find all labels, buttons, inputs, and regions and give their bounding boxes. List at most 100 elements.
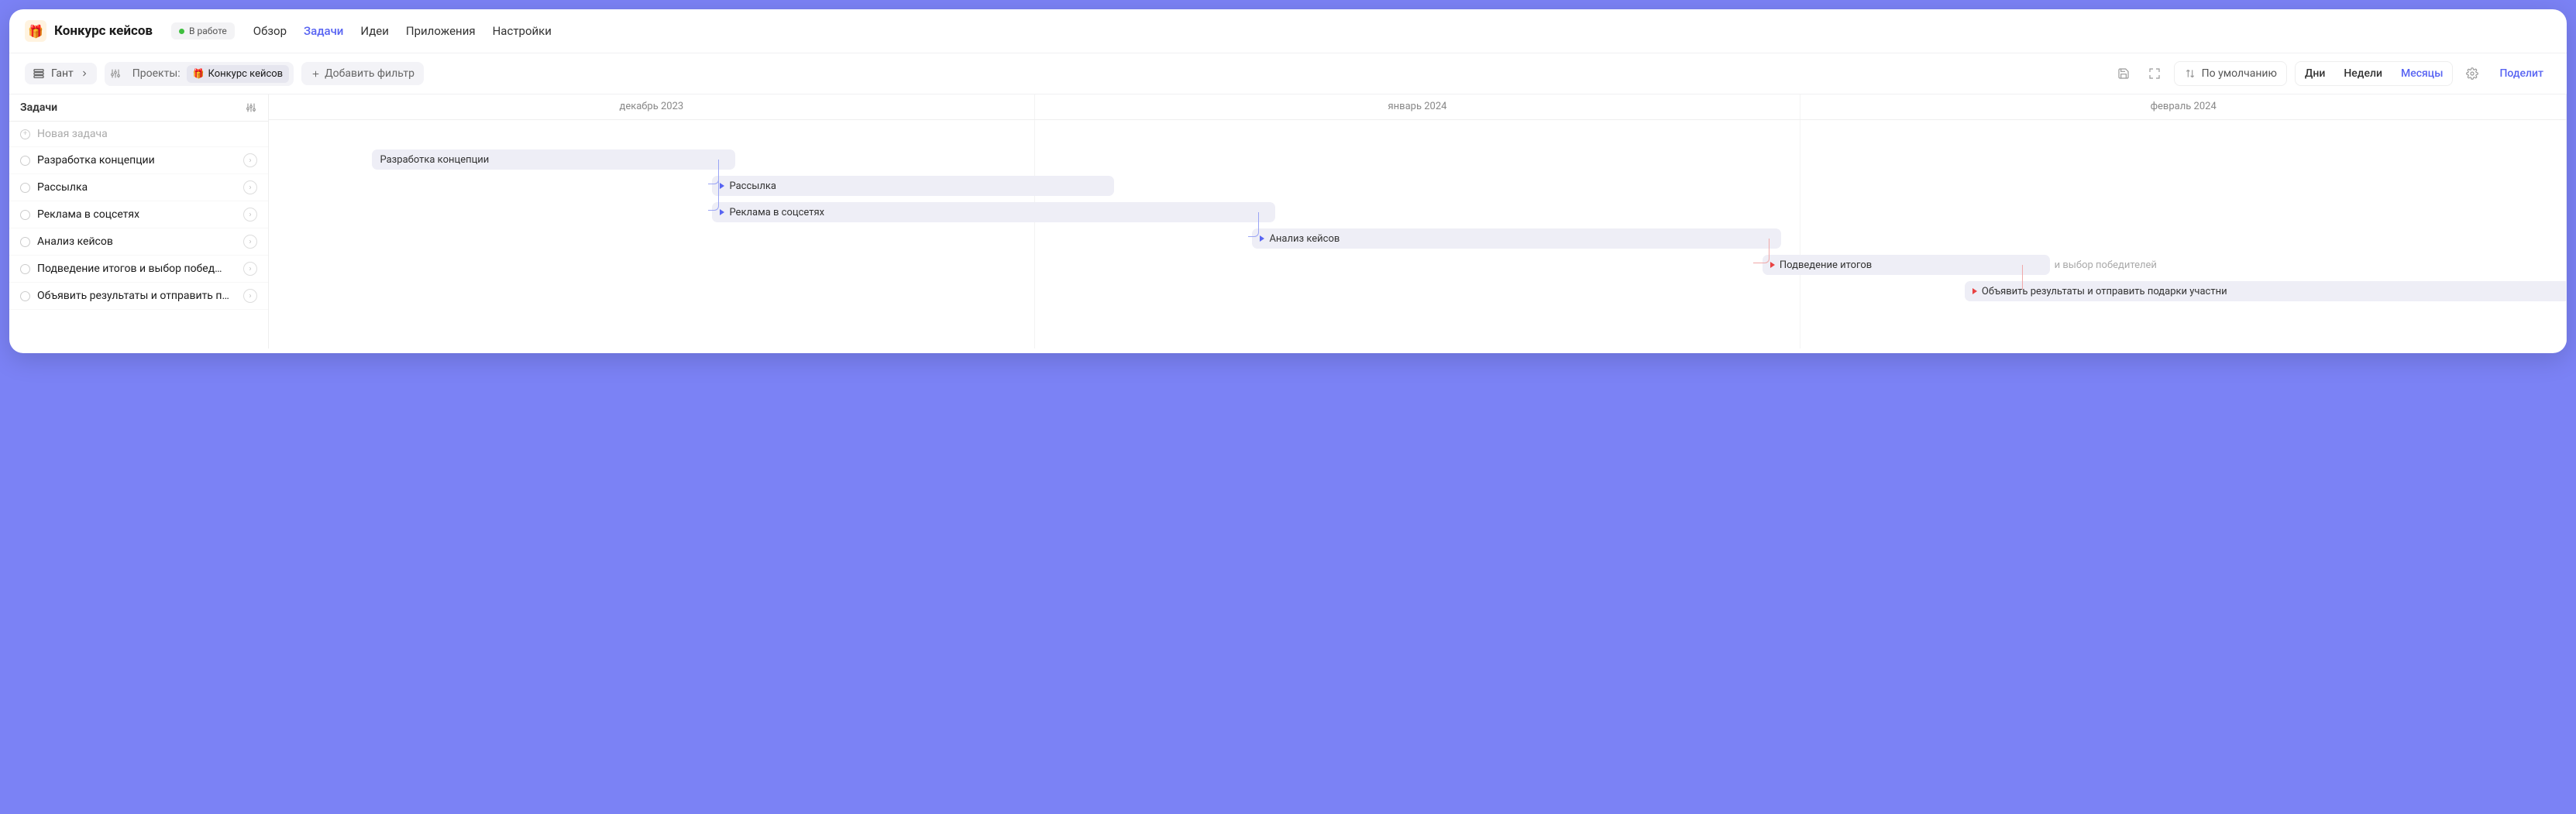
task-name: Реклама в соцсетях: [37, 208, 236, 221]
gantt-bar-label: Подведение итогов: [1780, 259, 1872, 271]
task-name: Объявить результаты и отправить п…: [37, 290, 236, 302]
status-circle-icon[interactable]: [20, 210, 30, 220]
task-row[interactable]: Подведение итогов и выбор побед… ›: [9, 256, 268, 283]
add-filter-label: Добавить фильтр: [325, 67, 414, 80]
gantt-bar-label: Анализ кейсов: [1269, 233, 1340, 245]
status-dot-icon: [179, 29, 184, 34]
sort-icon: [2184, 67, 2196, 80]
zoom-group: Дни Недели Месяцы: [2295, 61, 2454, 86]
task-name: Анализ кейсов: [37, 235, 236, 248]
app-window: 🎁 Конкурс кейсов В работе Обзор Задачи И…: [9, 9, 2567, 353]
tab-overview[interactable]: Обзор: [253, 24, 287, 38]
row-action-icon[interactable]: ›: [243, 180, 257, 194]
header: 🎁 Конкурс кейсов В работе Обзор Задачи И…: [9, 9, 2567, 53]
filter-chip-label: Конкурс кейсов: [208, 68, 284, 80]
save-icon-button[interactable]: [2112, 62, 2135, 85]
status-circle-icon[interactable]: [20, 237, 30, 247]
task-row[interactable]: Объявить результаты и отправить п… ›: [9, 283, 268, 310]
status-circle-icon[interactable]: [20, 183, 30, 193]
plus-icon: [311, 69, 321, 79]
add-filter-button[interactable]: Добавить фильтр: [301, 62, 424, 85]
gantt-rows: Разработка концепции Рассылка Реклама в со…: [269, 120, 2567, 304]
nav-tabs: Обзор Задачи Идеи Приложения Настройки: [253, 24, 552, 38]
new-task-label: Новая задача: [37, 128, 257, 140]
task-name: Рассылка: [37, 181, 236, 194]
timeline-column: декабрь 2023: [269, 94, 1035, 119]
gantt-bar-label: Разработка концепции: [380, 154, 489, 166]
sidebar: Задачи + Новая задача Разработка концепц…: [9, 94, 269, 349]
task-row[interactable]: Анализ кейсов ›: [9, 228, 268, 256]
save-icon: [2117, 67, 2130, 80]
expand-icon-button[interactable]: [2143, 62, 2166, 85]
gantt-bar-label: Объявить результаты и отправить подарки …: [1982, 286, 2227, 297]
status-circle-icon[interactable]: [20, 156, 30, 166]
gantt-header: декабрь 2023январь 2024февраль 2024: [269, 94, 2567, 120]
task-name: Подведение итогов и выбор побед…: [37, 263, 236, 275]
dependency-marker-icon: [1770, 262, 1775, 268]
row-action-icon[interactable]: ›: [243, 289, 257, 303]
task-row[interactable]: Разработка концепции ›: [9, 147, 268, 174]
tab-tasks[interactable]: Задачи: [304, 24, 343, 38]
dependency-line: [2022, 265, 2023, 290]
row-action-icon[interactable]: ›: [243, 262, 257, 276]
chevron-right-icon: [80, 69, 89, 78]
dependency-marker-icon: [1972, 288, 1977, 294]
dependency-line: [1753, 239, 1769, 263]
new-task-row[interactable]: + Новая задача: [9, 122, 268, 147]
gear-icon: [2466, 67, 2478, 80]
dependency-line: [708, 160, 720, 211]
sort-button[interactable]: По умолчанию: [2174, 61, 2287, 86]
plus-circle-icon: +: [20, 129, 30, 139]
status-badge[interactable]: В работе: [171, 22, 235, 39]
dependency-line: [1248, 212, 1260, 237]
gantt-area[interactable]: декабрь 2023январь 2024февраль 2024 Разр…: [269, 94, 2567, 349]
sort-label: По умолчанию: [2202, 67, 2277, 80]
dependency-marker-icon: [1260, 235, 1264, 242]
project-icon: 🎁: [25, 20, 46, 42]
row-action-icon[interactable]: ›: [243, 153, 257, 167]
zoom-weeks[interactable]: Недели: [2334, 62, 2392, 85]
zoom-days[interactable]: Дни: [2296, 62, 2334, 85]
tab-ideas[interactable]: Идеи: [360, 24, 389, 38]
row-action-icon[interactable]: ›: [243, 208, 257, 222]
gantt-bar[interactable]: Рассылка: [712, 176, 1114, 196]
expand-icon: [2148, 67, 2161, 80]
settings-icon-button[interactable]: [2461, 62, 2484, 85]
toolbar: Гант Проекты: 🎁 Конкурс кейсов Добавить …: [9, 53, 2567, 94]
gantt-bar[interactable]: Разработка концепции: [372, 149, 735, 170]
tab-settings[interactable]: Настройки: [493, 24, 552, 38]
dependency-marker-icon: [720, 209, 724, 215]
view-label: Гант: [51, 67, 74, 80]
gift-icon: 🎁: [193, 68, 205, 79]
timeline-column: февраль 2024: [1800, 94, 2567, 119]
sliders-icon[interactable]: [109, 67, 122, 80]
zoom-months[interactable]: Месяцы: [2392, 62, 2453, 85]
sidebar-header-label: Задачи: [20, 101, 57, 114]
row-action-icon[interactable]: ›: [243, 235, 257, 249]
project-title: Конкурс кейсов: [54, 23, 153, 39]
sidebar-header: Задачи: [9, 94, 268, 122]
share-button[interactable]: Поделит: [2492, 62, 2551, 85]
gantt-bar-label: Рассылка: [729, 180, 776, 192]
timeline-column: январь 2024: [1035, 94, 1801, 119]
task-row[interactable]: Рассылка ›: [9, 174, 268, 201]
gantt-bar[interactable]: Объявить результаты и отправить подарки …: [1965, 281, 2567, 301]
filter-chip-project[interactable]: 🎁 Конкурс кейсов: [187, 65, 290, 83]
gantt-bar-label: Реклама в соцсетях: [729, 207, 824, 218]
status-circle-icon[interactable]: [20, 291, 30, 301]
view-selector[interactable]: Гант: [25, 63, 97, 84]
gantt-bar[interactable]: Подведение итогови выбор победителей: [1763, 255, 2050, 275]
task-name: Разработка концепции: [37, 154, 236, 167]
content: Задачи + Новая задача Разработка концепц…: [9, 94, 2567, 349]
gantt-bar[interactable]: Анализ кейсов: [1252, 228, 1780, 249]
gantt-bar-overflow: и выбор победителей: [2055, 259, 2157, 271]
filter-group: Проекты: 🎁 Конкурс кейсов: [105, 62, 294, 86]
list-icon: [33, 67, 45, 80]
tab-apps[interactable]: Приложения: [406, 24, 476, 38]
status-label: В работе: [189, 26, 227, 36]
task-row[interactable]: Реклама в соцсетях ›: [9, 201, 268, 228]
gantt-bar[interactable]: Реклама в соцсетях: [712, 202, 1275, 222]
dependency-marker-icon: [720, 183, 724, 189]
sliders-icon[interactable]: [245, 101, 257, 114]
status-circle-icon[interactable]: [20, 264, 30, 274]
